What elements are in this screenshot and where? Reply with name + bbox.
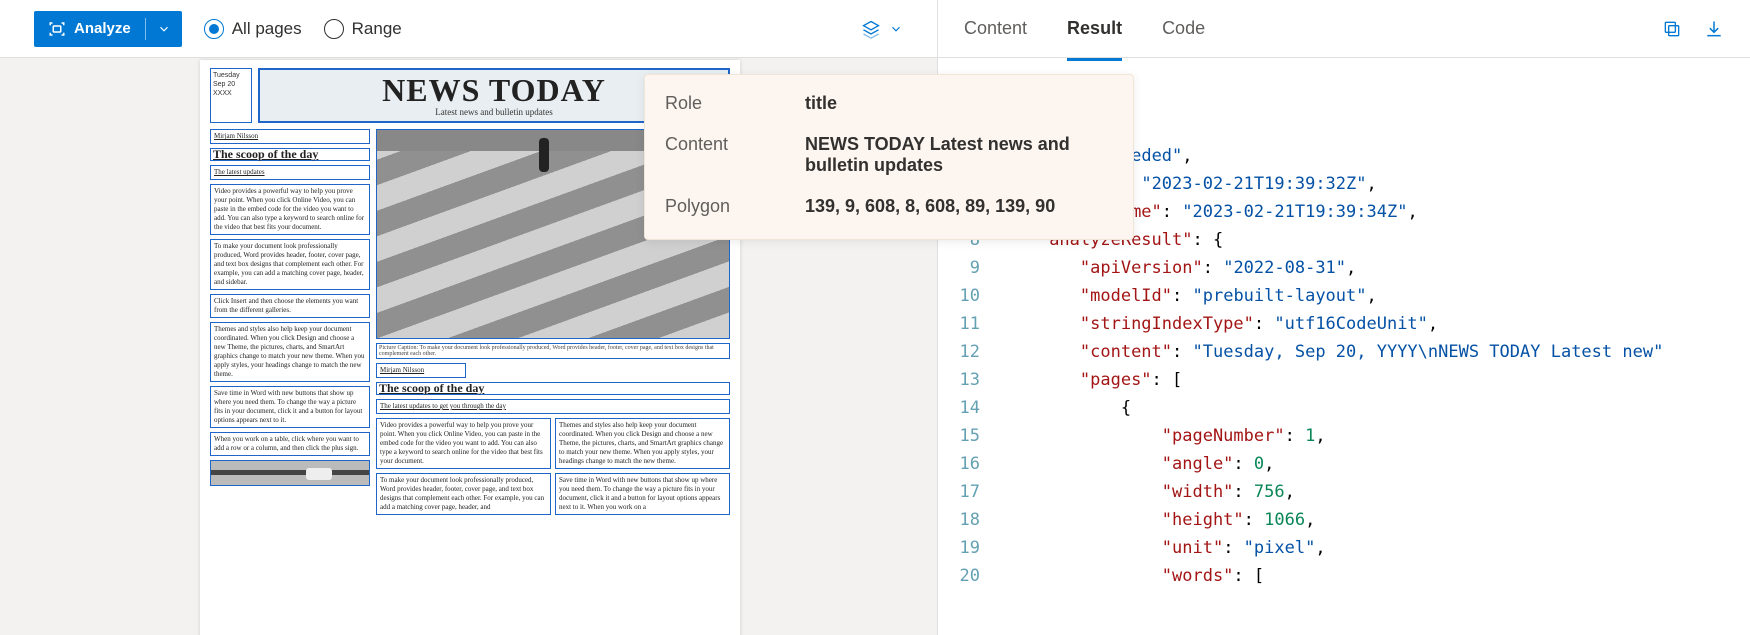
inspector-value-role: title (805, 93, 1113, 114)
radio-icon (204, 19, 224, 39)
analyze-split-button[interactable]: Analyze (34, 11, 182, 47)
radio-icon (324, 19, 344, 39)
analyze-dropdown[interactable] (146, 11, 182, 47)
range-radio[interactable]: Range (324, 19, 402, 39)
analyze-label: Analyze (74, 20, 131, 37)
range-label: Range (352, 19, 402, 39)
inspector-label-polygon: Polygon (665, 196, 785, 217)
region-paragraph[interactable]: Themes and styles also help keep your do… (210, 322, 370, 382)
region-paragraph[interactable]: Save time in Word with new buttons that … (210, 386, 370, 428)
tab-result[interactable]: Result (1067, 12, 1122, 45)
region-paragraph[interactable]: To make your document look professionall… (210, 239, 370, 290)
all-pages-radio[interactable]: All pages (204, 19, 302, 39)
layers-icon (861, 19, 881, 39)
region-author[interactable]: Mirjam Nilsson (376, 363, 466, 378)
region-paragraph[interactable]: Video provides a powerful way to help yo… (376, 418, 551, 469)
all-pages-label: All pages (232, 19, 302, 39)
inspector-popover: Role title Content NEWS TODAY Latest new… (644, 74, 1134, 240)
region-headline[interactable]: The scoop of the day (376, 382, 730, 395)
region-paragraph[interactable]: Video provides a powerful way to help yo… (210, 184, 370, 235)
region-headline[interactable]: The scoop of the day (210, 148, 370, 161)
region-paragraph[interactable]: To make your document look professionall… (376, 473, 551, 515)
region-subhead[interactable]: The latest updates (210, 165, 370, 180)
toolbar: Analyze All pages Range (0, 0, 937, 58)
region-paragraph[interactable]: Click Insert and then choose the element… (210, 294, 370, 318)
tab-code[interactable]: Code (1162, 12, 1205, 45)
region-author[interactable]: Mirjam Nilsson (210, 129, 370, 144)
inspector-value-content: NEWS TODAY Latest news and bulletin upda… (805, 134, 1113, 176)
copy-icon[interactable] (1662, 19, 1682, 39)
inspector-label-content: Content (665, 134, 785, 176)
inspector-label-role: Role (665, 93, 785, 114)
chevron-down-icon (889, 22, 903, 36)
region-subhead[interactable]: The latest updates to get you through th… (376, 399, 730, 414)
scan-icon (48, 20, 66, 38)
region-caption[interactable]: Picture Caption: To make your document l… (376, 343, 730, 359)
region-paragraph[interactable]: When you work on a table, click where yo… (210, 432, 370, 456)
layers-button[interactable] (861, 19, 903, 39)
analyze-button[interactable]: Analyze (34, 11, 145, 47)
tab-content[interactable]: Content (964, 12, 1027, 45)
region-date[interactable]: Tuesday Sep 20 XXXX (210, 68, 252, 123)
result-tab-strip: Content Result Code (938, 0, 1750, 58)
download-icon[interactable] (1704, 19, 1724, 39)
region-image[interactable] (210, 460, 370, 486)
region-paragraph[interactable]: Themes and styles also help keep your do… (555, 418, 730, 469)
region-paragraph[interactable]: Save time in Word with new buttons that … (555, 473, 730, 515)
inspector-value-polygon: 139, 9, 608, 8, 608, 89, 139, 90 (805, 196, 1113, 217)
